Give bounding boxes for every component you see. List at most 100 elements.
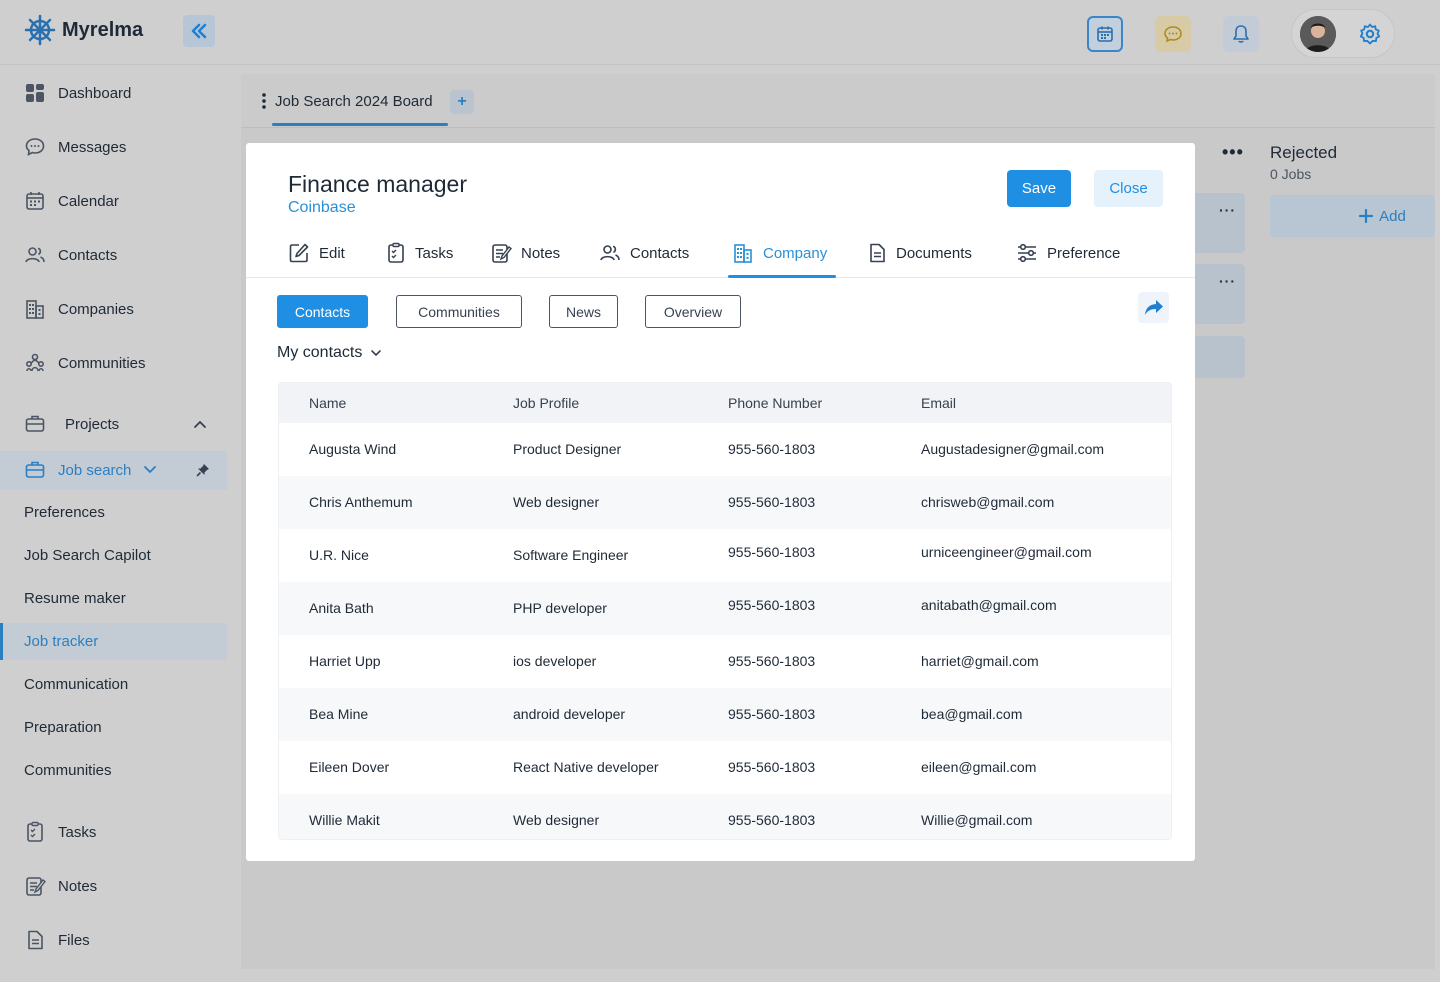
table-row[interactable]: U.R. Nice Software Engineer 955-560-1803 ur… bbox=[279, 529, 1171, 582]
contacts-filter-dropdown[interactable]: My contacts bbox=[277, 344, 382, 362]
collapse-sidebar-button[interactable] bbox=[183, 15, 215, 47]
save-button[interactable]: Save bbox=[1007, 170, 1071, 207]
board-tab-bar: Job Search 2024 Board + bbox=[241, 74, 1435, 128]
job-title: Finance manager bbox=[288, 171, 467, 197]
company-name[interactable]: Coinbase bbox=[288, 199, 356, 217]
sidebar-item-label: Calendar bbox=[58, 192, 119, 210]
cell-name: Anita Bath bbox=[309, 600, 374, 616]
tab-label: Company bbox=[763, 244, 828, 262]
sidebar-item-projects[interactable]: Projects bbox=[24, 413, 119, 435]
sidebar-item-companies[interactable]: Companies bbox=[24, 298, 134, 320]
cell-job-profile: Software Engineer bbox=[513, 547, 629, 563]
cell-phone: 955-560-1803 bbox=[728, 706, 816, 722]
sidebar-sub-preferences[interactable]: Preferences bbox=[24, 504, 105, 521]
modal-tabs: Edit Tasks Notes Contacts Company Docume… bbox=[246, 238, 1195, 278]
sidebar-item-contacts[interactable]: Contacts bbox=[24, 244, 117, 266]
tab-notes[interactable]: Notes bbox=[490, 242, 560, 264]
sidebar-item-calendar[interactable]: Calendar bbox=[24, 190, 119, 212]
sidebar-item-job-search[interactable]: Job search bbox=[0, 451, 227, 490]
sidebar-sub-resume-maker[interactable]: Resume maker bbox=[24, 590, 126, 607]
sidebar-item-notes[interactable]: Notes bbox=[24, 875, 97, 897]
sidebar-item-dashboard[interactable]: Dashboard bbox=[24, 82, 131, 104]
tab-edit[interactable]: Edit bbox=[288, 242, 345, 264]
avatar[interactable] bbox=[1300, 16, 1336, 52]
bell-icon bbox=[1233, 25, 1249, 43]
building-icon bbox=[26, 300, 44, 319]
add-board-button[interactable]: + bbox=[450, 90, 474, 114]
sidebar: Dashboard Messages Calendar Contacts Com… bbox=[0, 66, 227, 982]
pin-icon[interactable] bbox=[196, 463, 210, 477]
sidebar-item-tasks[interactable]: Tasks bbox=[24, 821, 96, 843]
app-logo[interactable]: Myrelma bbox=[24, 14, 143, 46]
table-row[interactable]: Augusta Wind Product Designer 955-560-1803… bbox=[279, 423, 1171, 476]
tab-contacts[interactable]: Contacts bbox=[599, 242, 689, 264]
tab-company[interactable]: Company bbox=[732, 242, 827, 264]
top-bar: Myrelma bbox=[0, 0, 1440, 65]
card-more-button[interactable]: ··· bbox=[1219, 202, 1236, 218]
cell-email: chrisweb@gmail.com bbox=[921, 494, 1055, 510]
building-icon bbox=[734, 244, 752, 263]
cell-phone: 955-560-1803 bbox=[728, 544, 816, 560]
sidebar-item-label: Job search bbox=[58, 461, 132, 479]
notes-icon bbox=[26, 877, 46, 896]
calendar-icon bbox=[1097, 26, 1113, 42]
cell-job-profile: ios developer bbox=[513, 653, 597, 669]
column-header-job-profile[interactable]: Job Profile bbox=[513, 395, 579, 411]
tab-tasks[interactable]: Tasks bbox=[386, 242, 453, 264]
tab-label: Notes bbox=[521, 244, 561, 262]
cell-job-profile: React Native developer bbox=[513, 759, 659, 775]
sidebar-item-label: Communities bbox=[58, 354, 146, 372]
column-more-button[interactable]: ••• bbox=[1222, 142, 1244, 163]
cell-phone: 955-560-1803 bbox=[728, 759, 816, 775]
cell-email: eileen@gmail.com bbox=[921, 759, 1037, 775]
subtab-overview[interactable]: Overview bbox=[645, 295, 741, 328]
table-row[interactable]: Eileen Dover React Native developer 955-56… bbox=[279, 741, 1171, 794]
cell-email: bea@gmail.com bbox=[921, 706, 1023, 722]
message-icon bbox=[25, 138, 45, 156]
calendar-button[interactable] bbox=[1087, 16, 1123, 52]
vertical-dots-icon[interactable] bbox=[261, 92, 267, 110]
subtab-communities[interactable]: Communities bbox=[396, 295, 522, 328]
sidebar-sub-communication[interactable]: Communication bbox=[24, 676, 128, 693]
sidebar-sub-job-search-capilot[interactable]: Job Search Capilot bbox=[24, 547, 151, 564]
contacts-icon bbox=[25, 247, 45, 263]
table-row[interactable]: Bea Mine android developer 955-560-1803 bea… bbox=[279, 688, 1171, 741]
tab-preference[interactable]: Preference bbox=[1016, 242, 1120, 264]
job-detail-modal: Finance manager Coinbase Save Close Edit… bbox=[246, 143, 1195, 861]
app-name: Myrelma bbox=[62, 18, 144, 41]
sidebar-sub-job-tracker[interactable]: Job tracker bbox=[0, 623, 227, 660]
cell-phone: 955-560-1803 bbox=[728, 812, 816, 828]
tab-documents[interactable]: Documents bbox=[867, 242, 972, 264]
sidebar-item-communities[interactable]: Communities bbox=[24, 352, 146, 374]
gear-icon[interactable] bbox=[1358, 22, 1382, 46]
profile-menu[interactable] bbox=[1291, 9, 1395, 58]
cell-phone: 955-560-1803 bbox=[728, 494, 816, 510]
close-button[interactable]: Close bbox=[1094, 170, 1163, 207]
subtab-news[interactable]: News bbox=[549, 295, 618, 328]
card-more-button[interactable]: ··· bbox=[1219, 273, 1236, 289]
table-row[interactable]: Willie Makit Web designer 955-560-1803 Will… bbox=[279, 794, 1171, 839]
table-row[interactable]: Anita Bath PHP developer 955-560-1803 anita… bbox=[279, 582, 1171, 635]
messages-button[interactable] bbox=[1155, 16, 1191, 52]
chat-icon bbox=[1164, 26, 1182, 43]
share-arrow-icon bbox=[1144, 299, 1163, 315]
sidebar-sub-communities[interactable]: Communities bbox=[24, 762, 112, 779]
column-header-name[interactable]: Name bbox=[309, 395, 346, 411]
notifications-button[interactable] bbox=[1223, 16, 1259, 52]
sidebar-item-messages[interactable]: Messages bbox=[24, 136, 126, 158]
add-job-button[interactable]: Add bbox=[1270, 195, 1435, 237]
sidebar-item-files[interactable]: Files bbox=[24, 929, 90, 951]
column-header-phone[interactable]: Phone Number bbox=[728, 395, 822, 411]
tab-label: Edit bbox=[319, 244, 345, 262]
tab-job-search-2024-board[interactable]: Job Search 2024 Board bbox=[261, 92, 433, 110]
sidebar-sub-preparation[interactable]: Preparation bbox=[24, 719, 102, 736]
column-header-email[interactable]: Email bbox=[921, 395, 956, 411]
subtab-contacts[interactable]: Contacts bbox=[277, 295, 368, 328]
table-row[interactable]: Chris Anthemum Web designer 955-560-1803 ch… bbox=[279, 476, 1171, 529]
sidebar-item-label: Contacts bbox=[58, 246, 118, 264]
share-button[interactable] bbox=[1138, 292, 1169, 323]
chevron-down-icon[interactable] bbox=[143, 465, 157, 475]
board-tab-label: Job Search 2024 Board bbox=[275, 92, 433, 110]
table-row[interactable]: Harriet Upp ios developer 955-560-1803 harr… bbox=[279, 635, 1171, 688]
chevron-up-icon[interactable] bbox=[193, 419, 207, 429]
